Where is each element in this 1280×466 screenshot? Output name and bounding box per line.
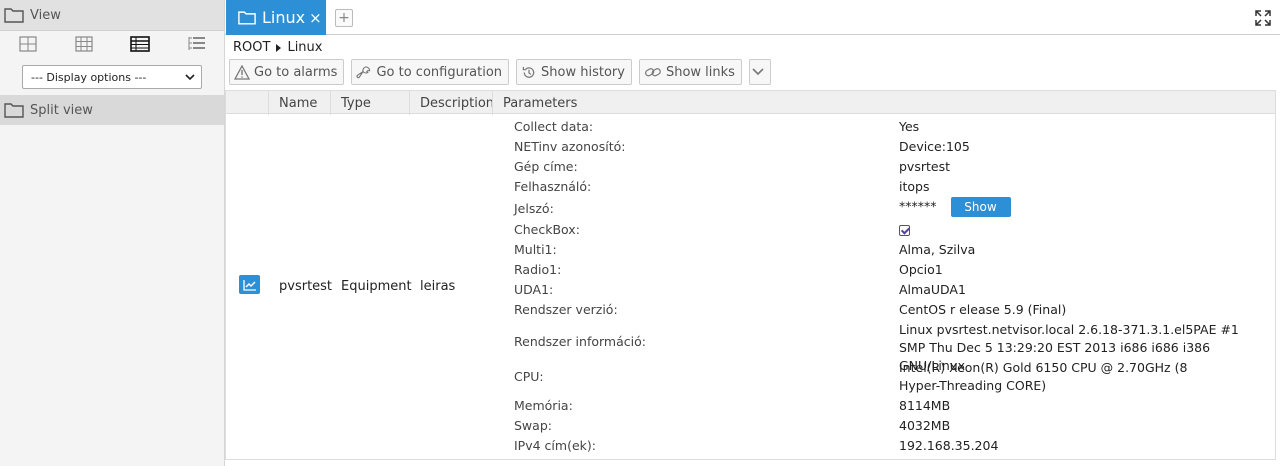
tree-list-icon [188, 37, 205, 50]
main-panel: Linux × + ROOT Linux Go to alarms Go to … [225, 0, 1280, 466]
folder-icon [238, 11, 256, 25]
column-header-description-label: Description [420, 95, 495, 111]
view-label: View [30, 7, 61, 23]
view-mode-grid-large[interactable] [0, 36, 56, 52]
tab-label: Linux [262, 8, 306, 27]
column-header-parameters[interactable]: Parameters [492, 91, 1276, 115]
password-mask: ****** [899, 198, 937, 214]
breadcrumb-current: Linux [287, 40, 323, 55]
folder-icon [4, 103, 24, 118]
go-to-alarms-label: Go to alarms [254, 64, 338, 80]
checkbox-checked [899, 225, 910, 236]
more-actions-dropdown[interactable] [748, 59, 771, 85]
sidebar: View --- Display options --- Split view [0, 0, 225, 466]
equipment-table: Name Type Description Parameters pvsrtes… [225, 90, 1276, 460]
view-mode-grid-small[interactable] [56, 36, 112, 52]
param-name: Radio1: [514, 262, 562, 277]
warning-icon [234, 64, 250, 80]
column-header-type-label: Type [341, 95, 371, 111]
display-options-value: --- Display options --- [31, 70, 147, 84]
param-name: NETinv azonosító: [514, 139, 626, 154]
breadcrumb: ROOT Linux [233, 40, 322, 55]
param-value: Device:105 [899, 139, 970, 154]
param-value: itops [899, 179, 930, 194]
add-tab-button[interactable]: + [335, 9, 353, 27]
table-icon [130, 36, 150, 52]
param-name: Multi1: [514, 242, 557, 257]
chevron-down-icon [185, 74, 195, 81]
param-name: Felhasználó: [514, 179, 592, 194]
history-icon [522, 66, 535, 78]
show-history-label: Show history [541, 64, 625, 80]
param-value: AlmaUDA1 [899, 282, 966, 297]
show-history-button[interactable]: Show history [516, 59, 632, 85]
column-header-name[interactable]: Name [268, 91, 331, 115]
param-value: pvsrtest [899, 159, 950, 174]
param-value: Alma, Szilva [899, 242, 976, 257]
split-view-header[interactable]: Split view [0, 95, 224, 125]
param-name: UDA1: [514, 282, 554, 297]
wrench-icon [356, 65, 371, 78]
param-name: Rendszer információ: [514, 334, 646, 349]
row-name[interactable]: pvsrtest [279, 279, 332, 294]
param-name: Memória: [514, 398, 573, 413]
tab-close-icon[interactable]: × [309, 9, 322, 27]
show-links-label: Show links [665, 64, 735, 80]
param-name: Jelszó: [514, 201, 554, 216]
param-value: Yes [899, 119, 920, 134]
column-header-type[interactable]: Type [330, 91, 410, 115]
chevron-down-icon [752, 68, 764, 76]
param-name: Gép címe: [514, 159, 578, 174]
param-value: ****** Show [899, 197, 1269, 217]
tab-linux[interactable]: Linux × [226, 0, 326, 35]
tab-bar: Linux × + [225, 0, 1280, 35]
show-password-button[interactable]: Show [950, 197, 1011, 217]
row-description: leiras [420, 279, 456, 294]
param-name: Rendszer verzió: [514, 302, 618, 317]
caret-right-icon [276, 43, 282, 52]
breadcrumb-root[interactable]: ROOT [233, 40, 270, 55]
view-mode-table[interactable] [112, 36, 168, 52]
column-header-parameters-label: Parameters [503, 95, 578, 111]
toolbar: Go to alarms Go to configuration Show hi… [229, 59, 778, 85]
param-name: IPv4 cím(ek): [514, 438, 596, 453]
view-mode-tree[interactable] [168, 36, 224, 52]
chart-button[interactable] [239, 275, 260, 294]
view-mode-switcher [0, 31, 224, 57]
param-value [899, 221, 1269, 239]
expand-icon[interactable] [1254, 9, 1272, 27]
param-name: CPU: [514, 369, 544, 384]
split-view-label: Split view [30, 102, 93, 118]
grid-large-icon [19, 36, 37, 52]
param-value: 8114MB [899, 398, 951, 413]
param-name: CheckBox: [514, 222, 580, 237]
link-icon [644, 67, 661, 76]
go-to-configuration-button[interactable]: Go to configuration [351, 59, 510, 85]
column-header-name-label: Name [279, 95, 318, 111]
param-value: Opcio1 [899, 262, 943, 277]
folder-icon [4, 8, 24, 23]
display-options-select[interactable]: --- Display options --- [22, 65, 202, 89]
param-value: Intel(R) Xeon(R) Gold 6150 CPU @ 2.70GHz… [899, 360, 1188, 393]
go-to-configuration-label: Go to configuration [376, 64, 503, 80]
param-value: 192.168.35.204 [899, 438, 999, 453]
row-type: Equipment [341, 279, 412, 294]
table-header: Name Type Description Parameters [226, 90, 1276, 115]
line-chart-icon [242, 279, 256, 291]
view-section-header[interactable]: View [0, 0, 224, 31]
param-value: 4032MB [899, 418, 951, 433]
param-name: Swap: [514, 418, 552, 433]
go-to-alarms-button[interactable]: Go to alarms [229, 59, 345, 85]
show-links-button[interactable]: Show links [638, 59, 742, 85]
column-header-description[interactable]: Description [409, 91, 495, 115]
param-name: Collect data: [514, 119, 594, 134]
grid-small-icon [75, 36, 93, 52]
param-value: CentOS r elease 5.9 (Final) [899, 302, 1067, 317]
